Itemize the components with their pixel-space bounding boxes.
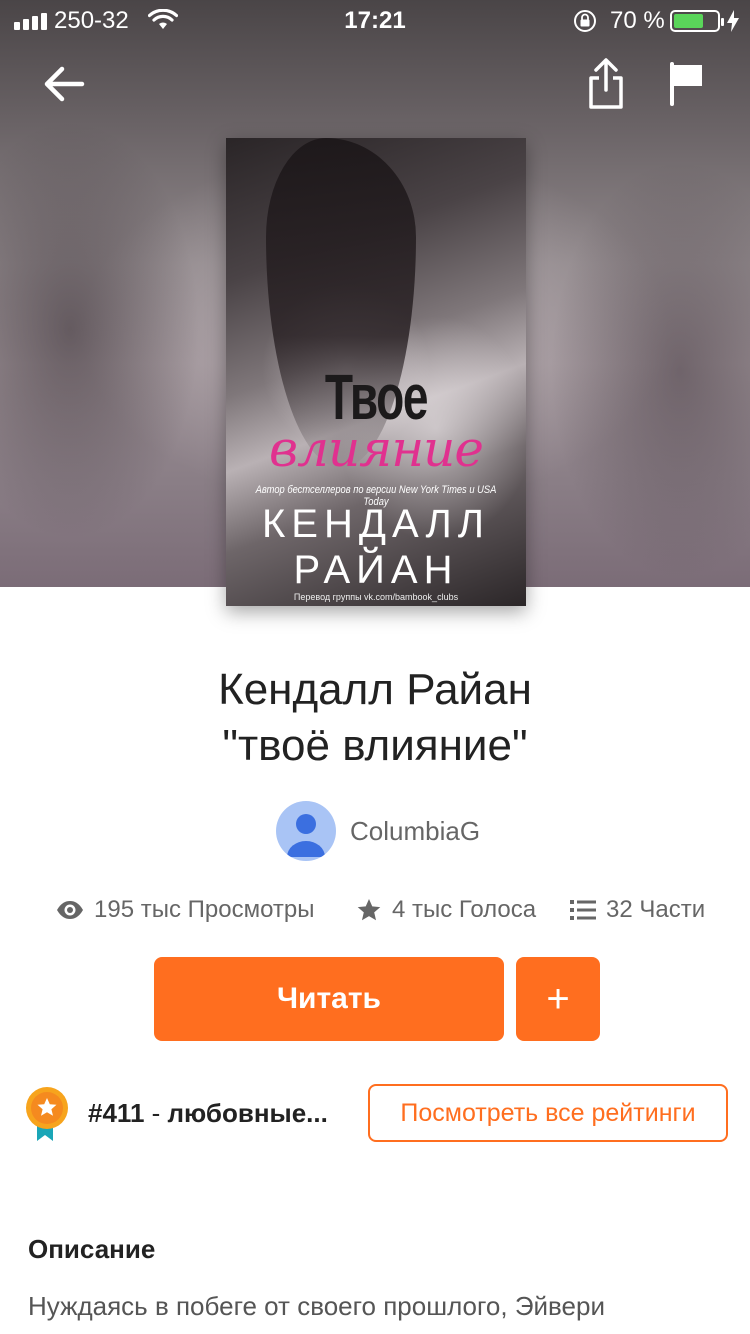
orientation-lock-icon xyxy=(572,9,598,40)
list-icon xyxy=(570,900,596,920)
share-button[interactable] xyxy=(584,56,628,112)
cover-author-first: КЕНДАЛЛ xyxy=(261,502,490,546)
stat-parts: 32 Части xyxy=(570,890,705,930)
book-cover[interactable]: Твое влияние Автор бестселлеров по верси… xyxy=(226,138,526,606)
arrow-left-icon xyxy=(44,66,85,102)
avatar xyxy=(276,801,336,861)
stat-views: 195 тыс Просмотры xyxy=(56,890,314,930)
flag-icon xyxy=(670,62,702,106)
story-stats: 195 тыс Просмотры 4 тыс Голоса 32 Части xyxy=(0,890,750,930)
cover-subtitle: влияние xyxy=(269,420,484,478)
ranking-badge-icon xyxy=(24,1086,70,1142)
star-icon xyxy=(357,898,381,921)
description-text: Нуждаясь в побеге от своего прошлого, Эй… xyxy=(28,1291,606,1321)
book-title-line-2: "твоё влияние" xyxy=(222,721,528,770)
cover-author-last: РАЙАН xyxy=(293,548,459,592)
parts-count: 32 Части xyxy=(606,896,706,923)
user-icon xyxy=(287,814,325,857)
cover-credit: Перевод группы vk.com/bambook_clubs xyxy=(293,592,459,602)
rank-category: любовные... xyxy=(167,1098,328,1128)
view-all-ratings-button[interactable]: Посмотреть все рейтинги xyxy=(368,1084,728,1142)
add-to-library-button[interactable]: + xyxy=(516,957,600,1041)
share-icon xyxy=(589,58,623,109)
author-link[interactable]: ColumbiaG xyxy=(276,801,480,861)
book-title-line-1: Кендалл Райан xyxy=(218,665,532,714)
stat-votes: 4 тыс Голоса xyxy=(356,890,536,930)
ranking-text[interactable]: #411 - любовные... xyxy=(88,1098,328,1129)
description-heading: Описание xyxy=(28,1234,156,1264)
status-bar: 250-32 17:21 70 % xyxy=(0,0,750,40)
book-title: Кендалл Райан "твоё влияние" xyxy=(0,662,750,774)
author-name: ColumbiaG xyxy=(350,815,481,846)
rank-separator: - xyxy=(144,1098,168,1128)
back-button[interactable] xyxy=(38,58,90,110)
charging-icon xyxy=(726,9,740,40)
eye-icon xyxy=(57,901,83,919)
views-count: 195 тыс Просмотры xyxy=(94,896,315,923)
rank-number: #411 xyxy=(88,1098,145,1128)
battery-icon xyxy=(670,10,724,32)
read-button[interactable]: Читать xyxy=(154,957,504,1041)
battery-percent: 70 % xyxy=(610,7,665,34)
votes-count: 4 тыс Голоса xyxy=(392,896,537,923)
report-button[interactable] xyxy=(664,58,708,110)
